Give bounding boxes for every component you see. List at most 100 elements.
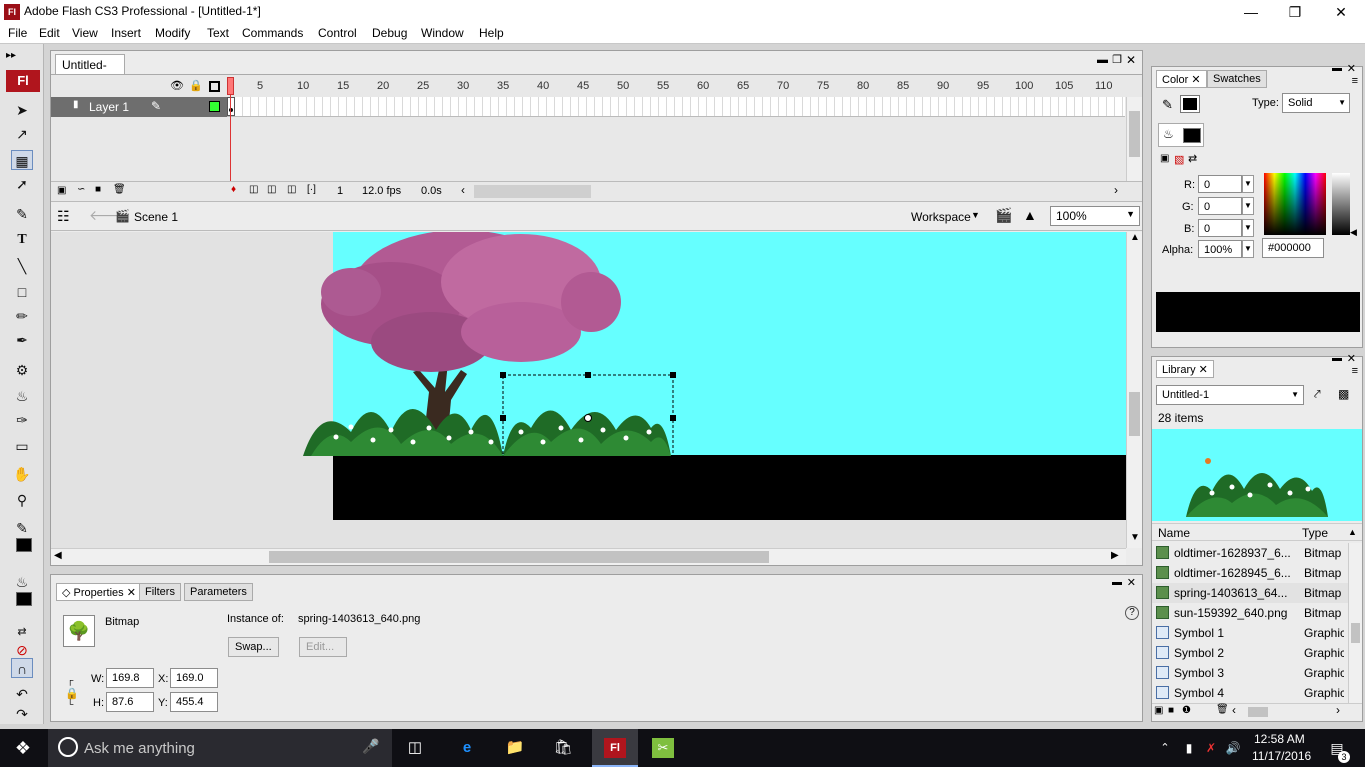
minimize-panel-icon[interactable]: ▬	[1332, 63, 1342, 74]
maximize-button[interactable]: ❐	[1272, 0, 1318, 24]
delete-layer-icon[interactable]: 🗑	[113, 184, 126, 195]
edit-button[interactable]: Edit...	[299, 637, 347, 657]
tab-parameters[interactable]: Parameters	[184, 583, 253, 601]
hex-field[interactable]: #000000	[1262, 238, 1324, 258]
ink-bottle-tool-icon[interactable]: ⚙	[11, 360, 33, 380]
menu-window[interactable]: Window	[421, 26, 464, 40]
tab-properties[interactable]: ◇ Properties ✕	[56, 583, 142, 601]
panel-menu-icon[interactable]: ≡	[1352, 365, 1358, 377]
straighten-icon[interactable]: ↷	[11, 704, 33, 724]
menu-insert[interactable]: Insert	[111, 26, 141, 40]
chevron-down-icon[interactable]: ▼	[1242, 175, 1254, 193]
list-item[interactable]: sun-159392_640.png Bitmap	[1152, 603, 1348, 623]
collapse-icon[interactable]: ▸▸	[6, 50, 16, 61]
workspace-menu[interactable]: Workspace	[911, 210, 971, 224]
task-view-icon[interactable]: ◫	[404, 738, 426, 758]
close-panel-icon[interactable]: ✕	[1347, 62, 1356, 75]
windows-start-icon[interactable]: ❖	[12, 738, 34, 758]
store-icon[interactable]: 🛍	[552, 738, 574, 758]
scroll-left-icon[interactable]: ‹	[461, 183, 465, 197]
col-type[interactable]: Type	[1302, 526, 1328, 540]
red-field[interactable]: 0	[1198, 175, 1242, 193]
scroll-left-icon[interactable]: ‹	[1232, 703, 1236, 717]
edge-icon[interactable]: e	[456, 738, 478, 758]
pen-tool-icon[interactable]: ✎	[11, 204, 33, 224]
library-document-select[interactable]: Untitled-1 ▼	[1156, 385, 1304, 405]
menu-debug[interactable]: Debug	[372, 26, 407, 40]
scroll-right-icon[interactable]: ›	[1114, 183, 1118, 197]
tab-library[interactable]: Library ✕	[1156, 360, 1214, 378]
menu-control[interactable]: Control	[318, 26, 357, 40]
list-item[interactable]: oldtimer-1628945_6... Bitmap	[1152, 563, 1348, 583]
close-doc-icon[interactable]: ✕	[1126, 53, 1136, 67]
menu-modify[interactable]: Modify	[155, 26, 190, 40]
list-item[interactable]: oldtimer-1628937_6... Bitmap	[1152, 543, 1348, 563]
file-explorer-icon[interactable]: 📁	[504, 738, 526, 758]
height-field[interactable]: 87.6	[106, 692, 154, 712]
menu-text[interactable]: Text	[207, 26, 229, 40]
insert-folder-icon[interactable]: ■	[95, 184, 101, 195]
pasteboard[interactable]	[51, 232, 1126, 548]
snap-magnet-icon[interactable]: ∩	[11, 658, 33, 678]
menu-edit[interactable]: Edit	[39, 26, 60, 40]
properties-icon[interactable]: ❶	[1182, 705, 1191, 716]
minimize-doc-icon[interactable]: ▬	[1097, 54, 1108, 66]
text-tool-icon[interactable]: T	[11, 230, 33, 250]
edit-scene-icon[interactable]: 🎬	[995, 207, 1012, 224]
scroll-thumb[interactable]	[1129, 392, 1140, 436]
list-item[interactable]: Symbol 4 Graphic	[1152, 683, 1348, 703]
scroll-thumb[interactable]	[1351, 623, 1360, 643]
scroll-right-icon[interactable]: ›	[1336, 703, 1340, 717]
color-spectrum[interactable]	[1264, 173, 1326, 235]
brightness-slider[interactable]	[1332, 173, 1350, 235]
onion-skin-icon[interactable]: ◫	[249, 184, 258, 195]
pin-library-icon[interactable]: ⤤	[1314, 387, 1321, 402]
green-field[interactable]: 0	[1198, 197, 1242, 215]
scroll-thumb[interactable]	[269, 551, 769, 563]
scroll-thumb[interactable]	[1248, 707, 1268, 717]
brush-tool-icon[interactable]: ✒	[11, 330, 33, 350]
lasso-tool-icon[interactable]: ➚	[11, 174, 33, 194]
menu-view[interactable]: View	[72, 26, 98, 40]
timeline-vscroll[interactable]	[1126, 97, 1142, 181]
battery-icon[interactable]: ▮	[1178, 738, 1200, 758]
workspace-dropdown-icon[interactable]: ▼	[971, 210, 980, 220]
tab-color[interactable]: Color ✕	[1156, 70, 1207, 88]
new-library-panel-icon[interactable]: ▩	[1338, 387, 1349, 401]
volume-icon[interactable]: 🔊	[1222, 738, 1244, 758]
playhead-handle[interactable]	[227, 77, 234, 95]
document-tab[interactable]: Untitled-1*	[55, 54, 125, 86]
free-transform-tool-icon[interactable]: ▦	[11, 150, 33, 170]
new-folder-icon[interactable]: ■	[1168, 705, 1174, 716]
rectangle-tool-icon[interactable]: □	[11, 282, 33, 302]
width-field[interactable]: 169.8	[106, 668, 154, 688]
panel-menu-icon[interactable]: ≡	[1352, 75, 1358, 87]
frame-row[interactable]	[227, 97, 1125, 117]
zoom-tool-icon[interactable]: ⚲	[11, 490, 33, 510]
eraser-tool-icon[interactable]: ▭	[11, 436, 33, 456]
y-field[interactable]: 455.4	[170, 692, 218, 712]
scroll-thumb[interactable]	[1129, 111, 1140, 157]
close-button[interactable]: ✕	[1318, 0, 1364, 24]
library-vscroll[interactable]	[1348, 543, 1362, 703]
minimize-panel-icon[interactable]: ▬	[1112, 577, 1122, 588]
help-icon[interactable]: ?	[1125, 606, 1139, 620]
smooth-icon[interactable]: ↶	[11, 684, 33, 704]
minimize-button[interactable]: —	[1228, 0, 1274, 24]
new-symbol-icon[interactable]: ▣	[1154, 705, 1163, 716]
swap-button[interactable]: Swap...	[228, 637, 279, 657]
center-frame-icon[interactable]: ♦	[231, 184, 236, 195]
no-color-icon[interactable]: ⊘	[11, 640, 33, 660]
chevron-down-icon[interactable]: ▼	[1242, 240, 1254, 258]
fill-color-icon[interactable]: ♨	[11, 572, 33, 592]
motion-guide-icon[interactable]: ∽	[77, 184, 85, 195]
slider-arrow-icon[interactable]: ◀	[1350, 227, 1357, 238]
col-name[interactable]: Name	[1158, 526, 1190, 540]
close-panel-icon[interactable]: ✕	[1127, 576, 1136, 589]
menu-file[interactable]: File	[8, 26, 27, 40]
stroke-color-swatch[interactable]	[1180, 95, 1200, 113]
modify-markers-icon[interactable]: [·]	[307, 184, 316, 195]
fill-color-swatch[interactable]	[16, 592, 32, 606]
outline-icon[interactable]	[209, 81, 220, 92]
chevron-down-icon[interactable]: ▼	[1242, 197, 1254, 215]
